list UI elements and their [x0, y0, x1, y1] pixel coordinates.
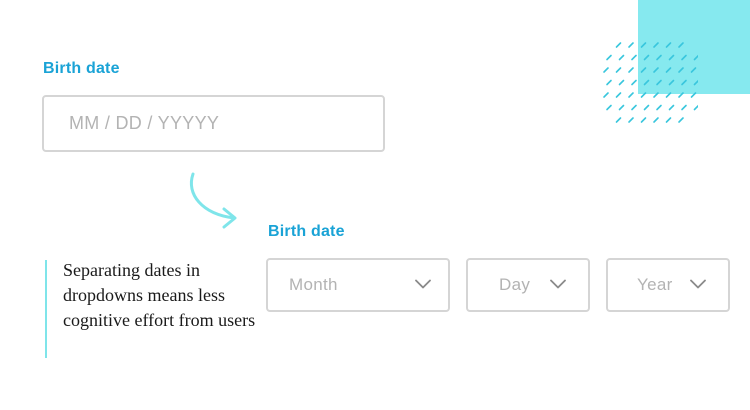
birth-date-dropdown-label: Birth date: [268, 223, 345, 240]
day-select-placeholder: Day: [499, 275, 531, 294]
month-select[interactable]: Month: [266, 258, 450, 312]
pattern-dash: [631, 104, 637, 111]
pattern-dash: [615, 42, 622, 48]
month-select-placeholder: Month: [289, 275, 338, 294]
pattern-dash: [618, 79, 625, 86]
pattern-dash: [643, 104, 650, 111]
pattern-dash: [615, 92, 622, 98]
day-select[interactable]: Day: [466, 258, 590, 312]
pattern-dash: [640, 92, 647, 98]
pattern-dash: [640, 42, 647, 48]
pattern-dash: [653, 67, 659, 73]
pattern-dash: [668, 79, 675, 86]
year-select[interactable]: Year: [606, 258, 730, 312]
pattern-dash: [690, 67, 697, 73]
pattern-dash: [665, 117, 672, 123]
pattern-dash: [653, 42, 659, 48]
pattern-dash: [678, 42, 684, 48]
pattern-dash: [628, 92, 634, 98]
pattern-dash: [665, 42, 672, 48]
pattern-dash: [631, 54, 637, 61]
pattern-dash: [668, 54, 675, 61]
pattern-dash: [628, 67, 634, 73]
pattern-dash: [603, 67, 609, 73]
pattern-dash: [681, 104, 687, 111]
pattern-dash: [653, 117, 659, 123]
pattern-dash: [693, 54, 698, 61]
pattern-dash: [615, 67, 622, 73]
pattern-dash: [640, 117, 647, 123]
pattern-dash: [606, 79, 612, 86]
pattern-dash: [618, 54, 625, 61]
pattern-dash: [640, 67, 647, 73]
pattern-dash: [643, 54, 650, 61]
pattern-dash: [678, 67, 684, 73]
caption-text: Separating dates in dropdowns means less…: [63, 260, 256, 330]
pattern-dash: [615, 117, 622, 123]
pattern-dash: [631, 79, 637, 86]
decorative-dash-pattern: [603, 42, 698, 123]
pattern-dash: [606, 104, 612, 111]
pattern-dash: [606, 54, 612, 61]
year-select-placeholder: Year: [637, 275, 673, 294]
pattern-dash: [690, 92, 697, 98]
pattern-dash: [628, 117, 634, 123]
birth-date-label: Birth date: [43, 60, 120, 77]
chevron-down-icon: [690, 279, 706, 289]
pattern-dash: [628, 42, 634, 48]
pattern-dash: [643, 79, 650, 86]
pattern-dash: [665, 67, 672, 73]
pattern-dash: [693, 79, 698, 86]
pattern-dash: [678, 92, 684, 98]
pattern-dash: [681, 79, 687, 86]
pattern-dash: [653, 92, 659, 98]
pattern-dash: [656, 54, 662, 61]
pattern-dash: [693, 104, 698, 111]
pattern-dash: [678, 117, 684, 123]
pattern-dash: [618, 104, 625, 111]
pattern-dash: [603, 92, 609, 98]
birth-date-text-input[interactable]: [42, 95, 385, 152]
caption-accent-bar: [45, 260, 47, 358]
pattern-dash: [681, 54, 687, 61]
curved-arrow-icon: [190, 172, 237, 229]
chevron-down-icon: [550, 279, 566, 289]
pattern-dash: [665, 92, 672, 98]
pattern-dash: [668, 104, 675, 111]
pattern-dash: [656, 79, 662, 86]
pattern-dash: [656, 104, 662, 111]
chevron-down-icon: [415, 279, 431, 289]
